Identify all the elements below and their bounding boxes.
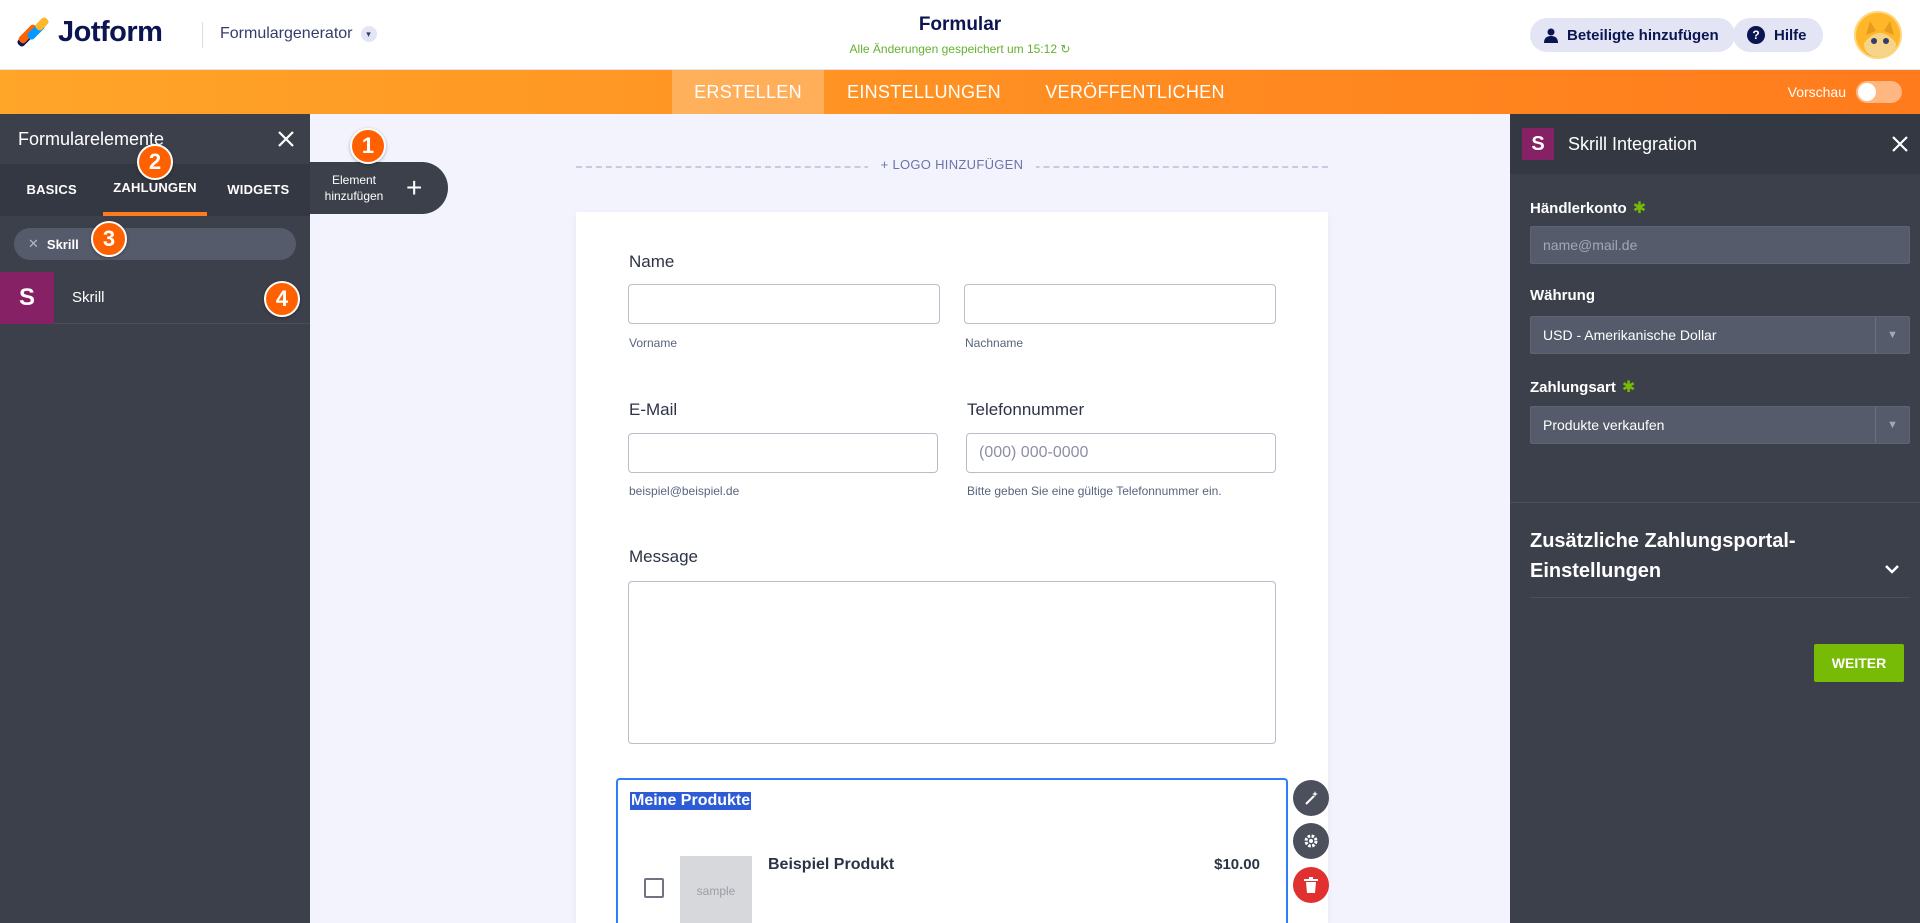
first-name-sublabel: Vorname [629,336,678,350]
preview-toggle-group: Vorschau [1788,81,1902,103]
skrill-icon: S [0,271,54,324]
skrill-panel-header: S Skrill Integration [1510,114,1920,174]
product-name: Beispiel Produkt [768,856,895,873]
tab-widgets[interactable]: WIDGETS [207,164,310,216]
chevron-down-icon: ▾ [360,26,377,42]
required-icon: ✱ [1621,379,1636,396]
avatar[interactable] [1854,11,1902,59]
step-badge-2: 2 [137,144,173,180]
payment-type-value: Produkte verkaufen [1543,417,1665,433]
avatar-icon [1856,13,1900,57]
merchant-account-input[interactable]: name@mail.de [1530,226,1910,264]
product-checkbox[interactable] [644,878,664,898]
help-icon: ? [1747,26,1765,44]
phone-input[interactable]: (000) 000-0000 [966,433,1276,473]
currency-label-text: Währung [1530,287,1595,304]
required-icon: ✱ [1632,200,1647,217]
products-field[interactable]: Meine Produkte sample Beispiel Produkt $… [616,778,1288,923]
delete-field-button[interactable] [1293,867,1329,903]
skrill-integration-panel: S Skrill Integration Händlerkonto ✱ name@… [1510,114,1920,923]
message-label: Message [629,547,698,566]
form-elements-panel: Formularelemente BASICS ZAHLUNGEN WIDGET… [0,114,310,923]
help-label: Hilfe [1774,26,1807,44]
email-sublabel: beispiel@beispiel.de [629,484,740,498]
product-image: sample [680,856,752,923]
form-generator-dropdown[interactable]: Formulargenerator ▾ [220,25,377,43]
products-title[interactable]: Meine Produkte [630,792,752,810]
phone-label: Telefonnummer [967,400,1085,419]
tab-einstellungen[interactable]: EINSTELLUNGEN [824,70,1024,114]
skrill-panel-title: Skrill Integration [1568,133,1698,154]
step-badge-4: 4 [264,281,300,317]
magic-wand-icon [1305,791,1318,805]
preview-toggle[interactable] [1856,81,1902,103]
close-icon[interactable] [278,131,294,147]
dropdown-arrow-icon: ▼ [1875,317,1909,353]
email-input[interactable] [628,433,938,473]
top-bar: Jotform Formulargenerator ▾ Formular All… [0,0,1920,70]
gear-icon [1304,834,1318,848]
name-label: Name [629,252,675,271]
add-participants-label: Beteiligte hinzufügen [1567,26,1719,44]
currency-label: Währung [1530,287,1595,304]
section-divider [1510,502,1920,503]
last-name-input[interactable] [964,284,1276,324]
step-badge-1: 1 [350,128,386,164]
next-button[interactable]: WEITER [1814,644,1904,682]
element-search-value: Skrill [46,236,79,252]
save-status-text: Alle Änderungen gespeichert um 15:12 [849,42,1058,56]
dropdown-arrow-icon: ▼ [1875,407,1909,443]
tab-erstellen[interactable]: ERSTELLEN [672,70,824,114]
phone-placeholder: (000) 000-0000 [979,444,1089,461]
form-generator-label: Formulargenerator [220,25,353,42]
field-settings-button[interactable] [1293,823,1329,859]
tab-veroeffentlichen[interactable]: VERÖFFENTLICHEN [1024,70,1246,114]
first-name-input[interactable] [628,284,940,324]
additional-settings-toggle[interactable]: Zusätzliche Zahlungsportal-Einstellungen [1530,526,1910,586]
step-badge-3: 3 [91,221,127,257]
merchant-account-label: Händlerkonto ✱ [1530,198,1646,218]
refresh-icon[interactable]: ↻ [1060,42,1070,56]
header-divider [202,22,203,48]
last-name-sublabel: Nachname [965,336,1024,350]
help-button[interactable]: ? Hilfe [1733,18,1823,52]
add-element-button[interactable]: Element hinzufügen + [310,162,448,214]
user-icon [1544,28,1558,43]
logo-text: Jotform [58,16,163,48]
jotform-logo[interactable]: Jotform [16,15,163,49]
merchant-account-text: Händlerkonto [1530,200,1627,217]
form-title[interactable]: Formular [760,14,1160,36]
add-participants-button[interactable]: Beteiligte hinzufügen [1530,18,1735,52]
tab-basics[interactable]: BASICS [0,164,103,216]
form-title-block: Formular Alle Änderungen gespeichert um … [760,14,1160,56]
payment-type-label-text: Zahlungsart [1530,379,1616,396]
merchant-account-placeholder: name@mail.de [1543,237,1638,253]
form-elements-title: Formularelemente [18,128,165,149]
plus-icon: + [406,172,423,203]
clear-search-icon[interactable]: ✕ [28,236,39,252]
close-icon[interactable] [1892,136,1908,152]
jotform-logo-icon [16,15,50,49]
email-label: E-Mail [629,400,678,419]
trash-icon [1304,877,1318,893]
message-textarea[interactable] [628,581,1276,744]
payment-type-select[interactable]: Produkte verkaufen ▼ [1530,406,1910,444]
builder-nav: ERSTELLEN EINSTELLUNGEN VERÖFFENTLICHEN … [0,70,1920,114]
product-price: $10.00 [1214,856,1260,873]
section-divider [1530,597,1910,598]
phone-sublabel: Bitte geben Sie eine gültige Telefonnumm… [967,484,1222,498]
preview-label: Vorschau [1787,84,1846,100]
save-status: Alle Änderungen gespeichert um 15:12 ↻ [760,42,1160,56]
element-search-field[interactable]: ✕ Skrill [14,228,296,260]
currency-value: USD - Amerikanische Dollar [1543,327,1717,343]
payment-type-label: Zahlungsart ✱ [1530,377,1635,397]
add-element-label: Element hinzufügen [324,173,384,203]
chevron-down-icon[interactable] [1884,564,1900,574]
list-item-label: Skrill [72,289,105,306]
magic-wand-button[interactable] [1293,780,1329,816]
skrill-icon: S [1522,128,1554,160]
currency-select[interactable]: USD - Amerikanische Dollar ▼ [1530,316,1910,354]
add-logo-link[interactable]: + LOGO HINZUFÜGEN [868,157,1036,172]
